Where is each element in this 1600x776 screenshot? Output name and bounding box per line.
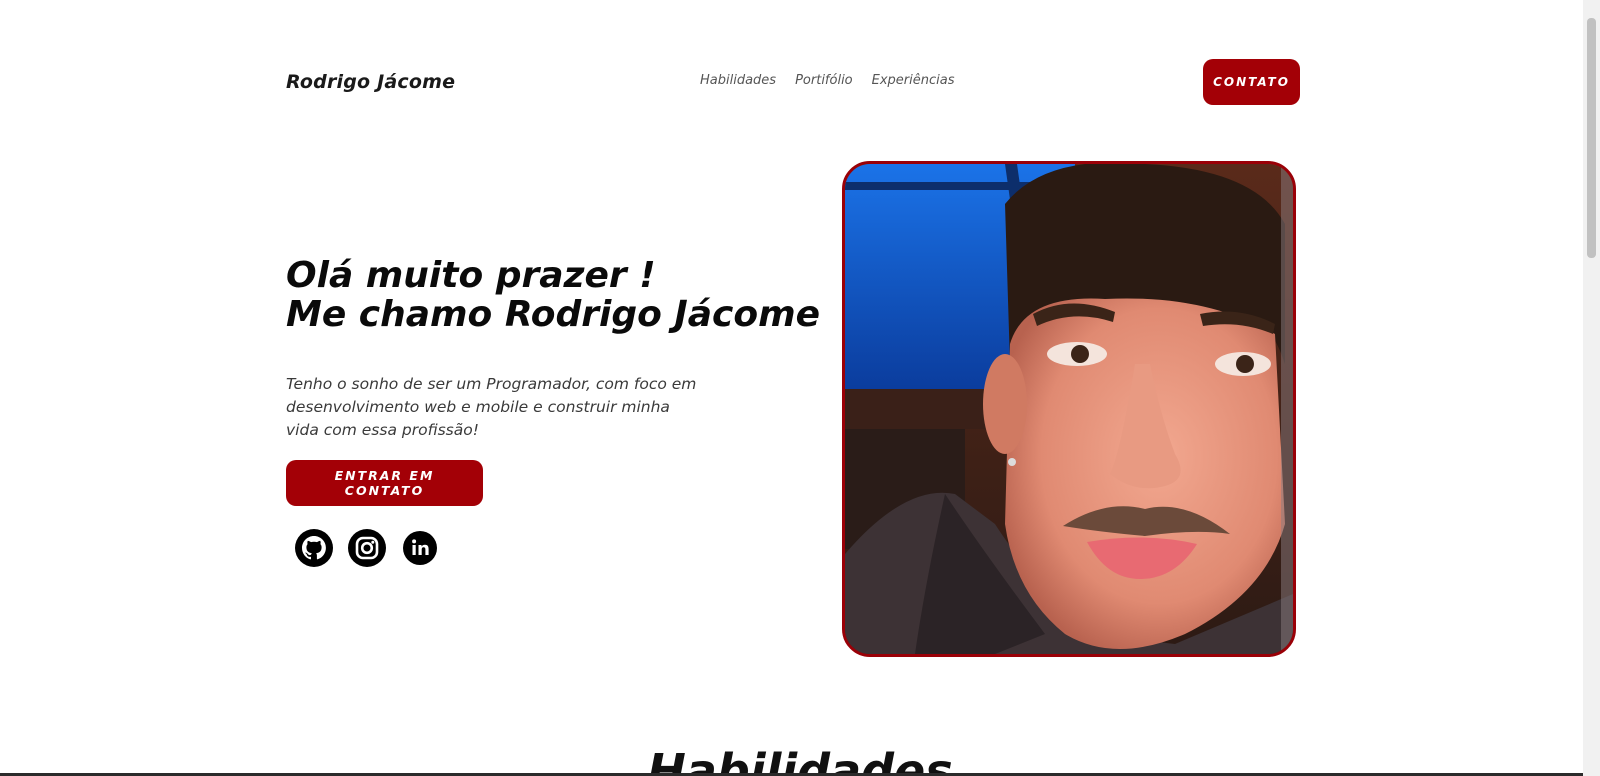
page: Rodrigo Jácome Habilidades Portifólio Ex… (0, 0, 1600, 776)
contact-button[interactable]: CONTATO (1203, 59, 1300, 105)
hero-title: Olá muito prazer ! Me chamo Rodrigo Jáco… (286, 256, 820, 334)
github-link[interactable] (293, 527, 334, 568)
scrollbar-thumb[interactable] (1587, 18, 1596, 258)
section-title-habilidades: Habilidades (647, 744, 953, 776)
hero-description: Tenho o sonho de ser um Programador, com… (286, 375, 697, 439)
hero-title-line-2: Me chamo Rodrigo Jácome (286, 294, 821, 335)
social-links (293, 527, 440, 568)
nav-link-habilidades[interactable]: Habilidades (700, 73, 776, 88)
nav-link-experiencias[interactable]: Experiências (872, 73, 955, 88)
main-nav: Habilidades Portifólio Experiências (700, 73, 955, 88)
nav-link-portifolio[interactable]: Portifólio (795, 73, 853, 88)
brand-logo-text[interactable]: Rodrigo Jácome (286, 71, 455, 93)
instagram-icon (347, 528, 386, 567)
linkedin-icon (402, 530, 437, 565)
profile-photo (842, 161, 1296, 657)
hero-title-line-1: Olá muito prazer ! (286, 255, 656, 296)
vertical-scrollbar[interactable] (1583, 0, 1600, 776)
github-icon (294, 528, 333, 567)
get-in-touch-button[interactable]: ENTRAR EM CONTATO (286, 460, 483, 506)
linkedin-link[interactable] (399, 527, 440, 568)
instagram-link[interactable] (346, 527, 387, 568)
